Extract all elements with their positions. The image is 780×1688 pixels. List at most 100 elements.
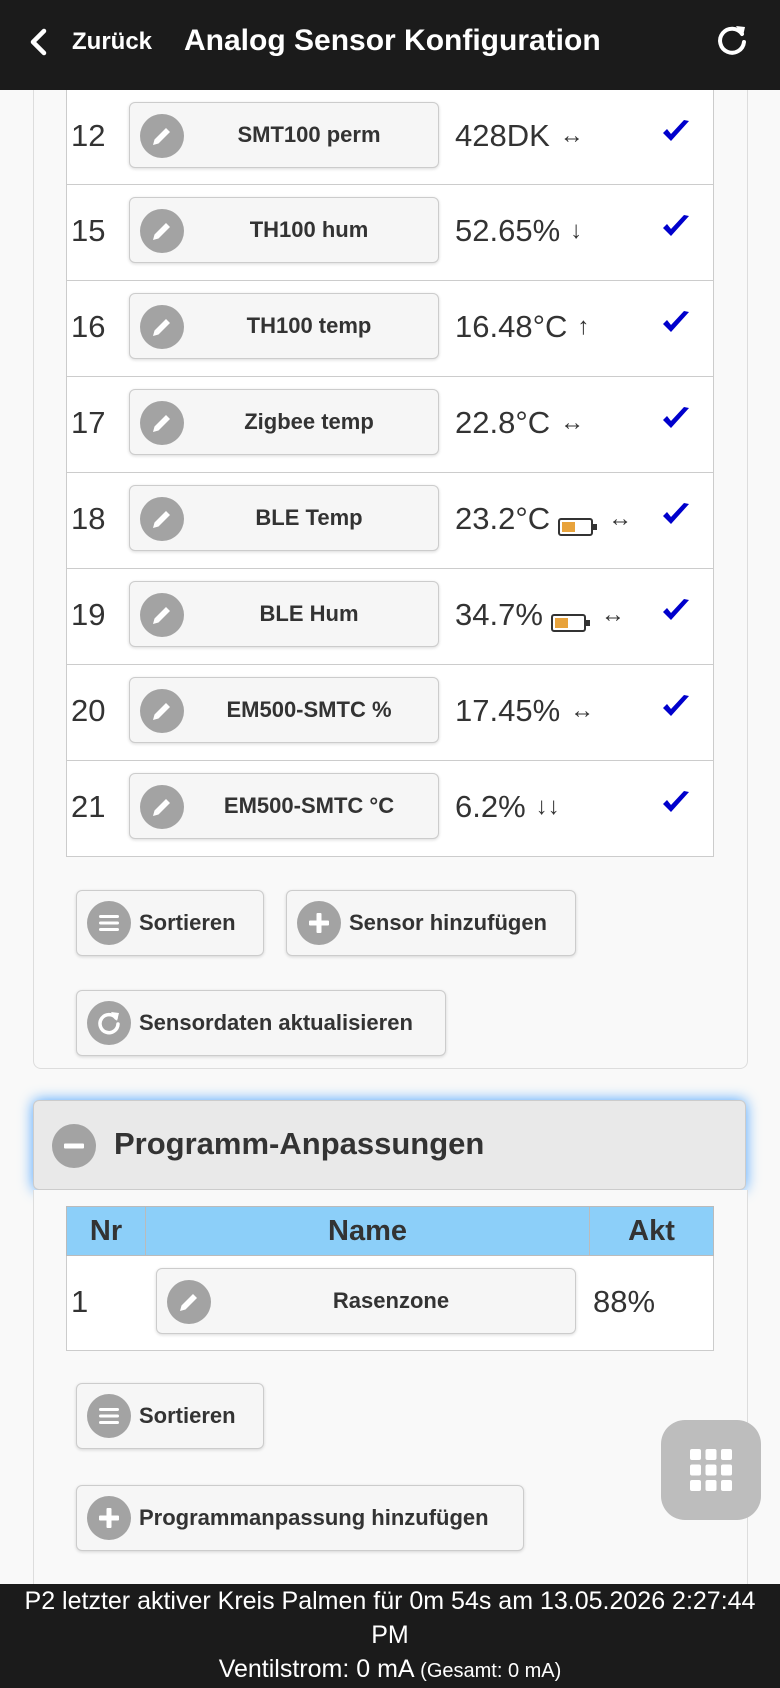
sort-sensors-button[interactable]: Sortieren [76, 890, 264, 956]
sensor-nr: 12 [71, 118, 106, 153]
minus-icon [52, 1124, 96, 1168]
table-row: 19 BLE Hum 34.7% ↔ [66, 569, 714, 665]
sensor-reading: 16.48°C [455, 309, 568, 344]
table-row: 15 TH100 hum 52.65% ↓ [66, 185, 714, 281]
sensor-nr: 18 [71, 501, 106, 536]
edit-sensor-button[interactable]: BLE Temp [129, 485, 439, 551]
trend-arrow: ↔ [570, 697, 595, 724]
check-icon [663, 407, 689, 428]
pencil-icon [140, 689, 184, 733]
sensor-name: EM500-SMTC °C [223, 793, 395, 818]
status-footer: P2 letzter aktiver Kreis Palmen für 0m 5… [0, 1584, 780, 1688]
menu-lines-icon [87, 1394, 131, 1438]
pencil-icon [140, 209, 184, 253]
sensor-reading: 34.7% [455, 597, 543, 632]
sort-programs-label: Sortieren [139, 1403, 236, 1428]
sensor-nr: 15 [71, 213, 106, 248]
grid-icon [690, 1449, 732, 1491]
sensor-value: 22.8°C ↔ [455, 405, 584, 441]
table-row: 1 Rasenzone 88% [66, 1256, 714, 1351]
edit-sensor-button[interactable]: Zigbee temp [129, 389, 439, 455]
battery-icon [550, 605, 591, 632]
back-label: Zurück [72, 28, 153, 55]
sensor-nr: 19 [71, 597, 106, 632]
pencil-icon [167, 1280, 211, 1324]
edit-sensor-button[interactable]: SMT100 perm [129, 102, 439, 168]
sensor-value: 34.7% ↔ [455, 597, 625, 633]
status-line-2: PM [371, 1621, 409, 1649]
sensor-name: SMT100 perm [237, 122, 381, 147]
check-icon [663, 695, 689, 716]
check-icon [663, 599, 689, 620]
plus-icon [297, 901, 341, 945]
sensor-name: BLE Hum [259, 601, 359, 626]
program-table-header: Nr Name Akt [66, 1206, 714, 1256]
sensor-reading: 22.8°C [455, 405, 551, 440]
reload-button[interactable] [714, 22, 750, 58]
program-nr: 1 [71, 1284, 89, 1319]
sensor-value: 52.65% ↓ [455, 213, 582, 249]
pencil-icon [140, 114, 184, 158]
sort-programs-button[interactable]: Sortieren [76, 1383, 264, 1449]
sensor-name: TH100 temp [246, 313, 372, 338]
pencil-icon [140, 401, 184, 445]
add-sensor-button[interactable]: Sensor hinzufügen [286, 890, 576, 956]
sensor-reading: 52.65% [455, 213, 561, 248]
back-button[interactable]: Zurück [24, 20, 152, 64]
sensor-name: EM500-SMTC % [226, 697, 392, 722]
table-row: 16 TH100 temp 16.48°C ↑ [66, 281, 714, 377]
sensor-value: 23.2°C ↔ [455, 501, 632, 537]
sensor-nr: 17 [71, 405, 106, 440]
sort-sensors-label: Sortieren [139, 910, 236, 935]
edit-sensor-button[interactable]: TH100 temp [129, 293, 439, 359]
page-title: Analog Sensor Konfiguration [184, 24, 601, 57]
edit-sensor-button[interactable]: EM500-SMTC % [129, 677, 439, 743]
plus-icon [87, 1496, 131, 1540]
chevron-left-icon [30, 28, 47, 56]
edit-sensor-button[interactable]: TH100 hum [129, 197, 439, 263]
column-header-akt: Akt [628, 1215, 675, 1247]
app-header: Zurück Analog Sensor Konfiguration [0, 0, 780, 90]
pencil-icon [140, 305, 184, 349]
sensor-value: 6.2% ↓↓ [455, 789, 560, 825]
program-akt: 88% [593, 1284, 656, 1319]
sensor-table: 12 SMT100 perm 428DK ↔ 15 TH100 hum 52.65% ↓ 16 T… [66, 90, 714, 857]
program-section-header[interactable]: Programm-Anpassungen [33, 1100, 746, 1190]
check-icon [663, 791, 689, 812]
refresh-icon [718, 26, 746, 55]
sensor-value: 16.48°C ↑ [455, 309, 589, 345]
table-row: 17 Zigbee temp 22.8°C ↔ [66, 377, 714, 473]
add-program-adjustment-button[interactable]: Programmanpassung hinzufügen [76, 1485, 524, 1551]
column-header-nr: Nr [67, 1207, 146, 1255]
trend-arrow: ↔ [559, 122, 584, 149]
sensor-reading: 6.2% [455, 789, 526, 824]
column-header-name: Name [146, 1207, 590, 1255]
check-icon [663, 215, 689, 236]
status-line-1: P2 letzter aktiver Kreis Palmen für 0m 5… [24, 1587, 756, 1615]
edit-program-button[interactable]: Rasenzone [156, 1268, 576, 1334]
trend-arrow: ↔ [600, 601, 625, 628]
quick-menu-button[interactable] [661, 1420, 761, 1520]
sensor-reading: 17.45% [455, 693, 561, 728]
edit-sensor-button[interactable]: BLE Hum [129, 581, 439, 647]
edit-sensor-button[interactable]: EM500-SMTC °C [129, 773, 439, 839]
trend-arrow: ↓ [570, 217, 583, 244]
trend-arrow: ↔ [608, 505, 633, 532]
sensor-value: 17.45% ↔ [455, 693, 594, 729]
menu-lines-icon [87, 901, 131, 945]
refresh-sensor-data-button[interactable]: Sensordaten aktualisieren [76, 990, 446, 1056]
table-row: 12 SMT100 perm 428DK ↔ [66, 90, 714, 185]
valve-current: Ventilstrom: 0 mA [218, 1655, 414, 1683]
program-name: Rasenzone [332, 1288, 450, 1313]
sensor-value: 428DK ↔ [455, 118, 584, 154]
trend-arrow: ↑ [577, 313, 590, 340]
check-icon [663, 120, 689, 141]
pencil-icon [140, 785, 184, 829]
sensor-nr: 21 [71, 789, 106, 824]
sensor-nr: 16 [71, 309, 106, 344]
battery-icon [558, 509, 598, 536]
table-row: 21 EM500-SMTC °C 6.2% ↓↓ [66, 761, 714, 857]
sensor-name: BLE Temp [255, 505, 363, 530]
sensor-nr: 20 [71, 693, 106, 728]
check-icon [663, 311, 689, 332]
